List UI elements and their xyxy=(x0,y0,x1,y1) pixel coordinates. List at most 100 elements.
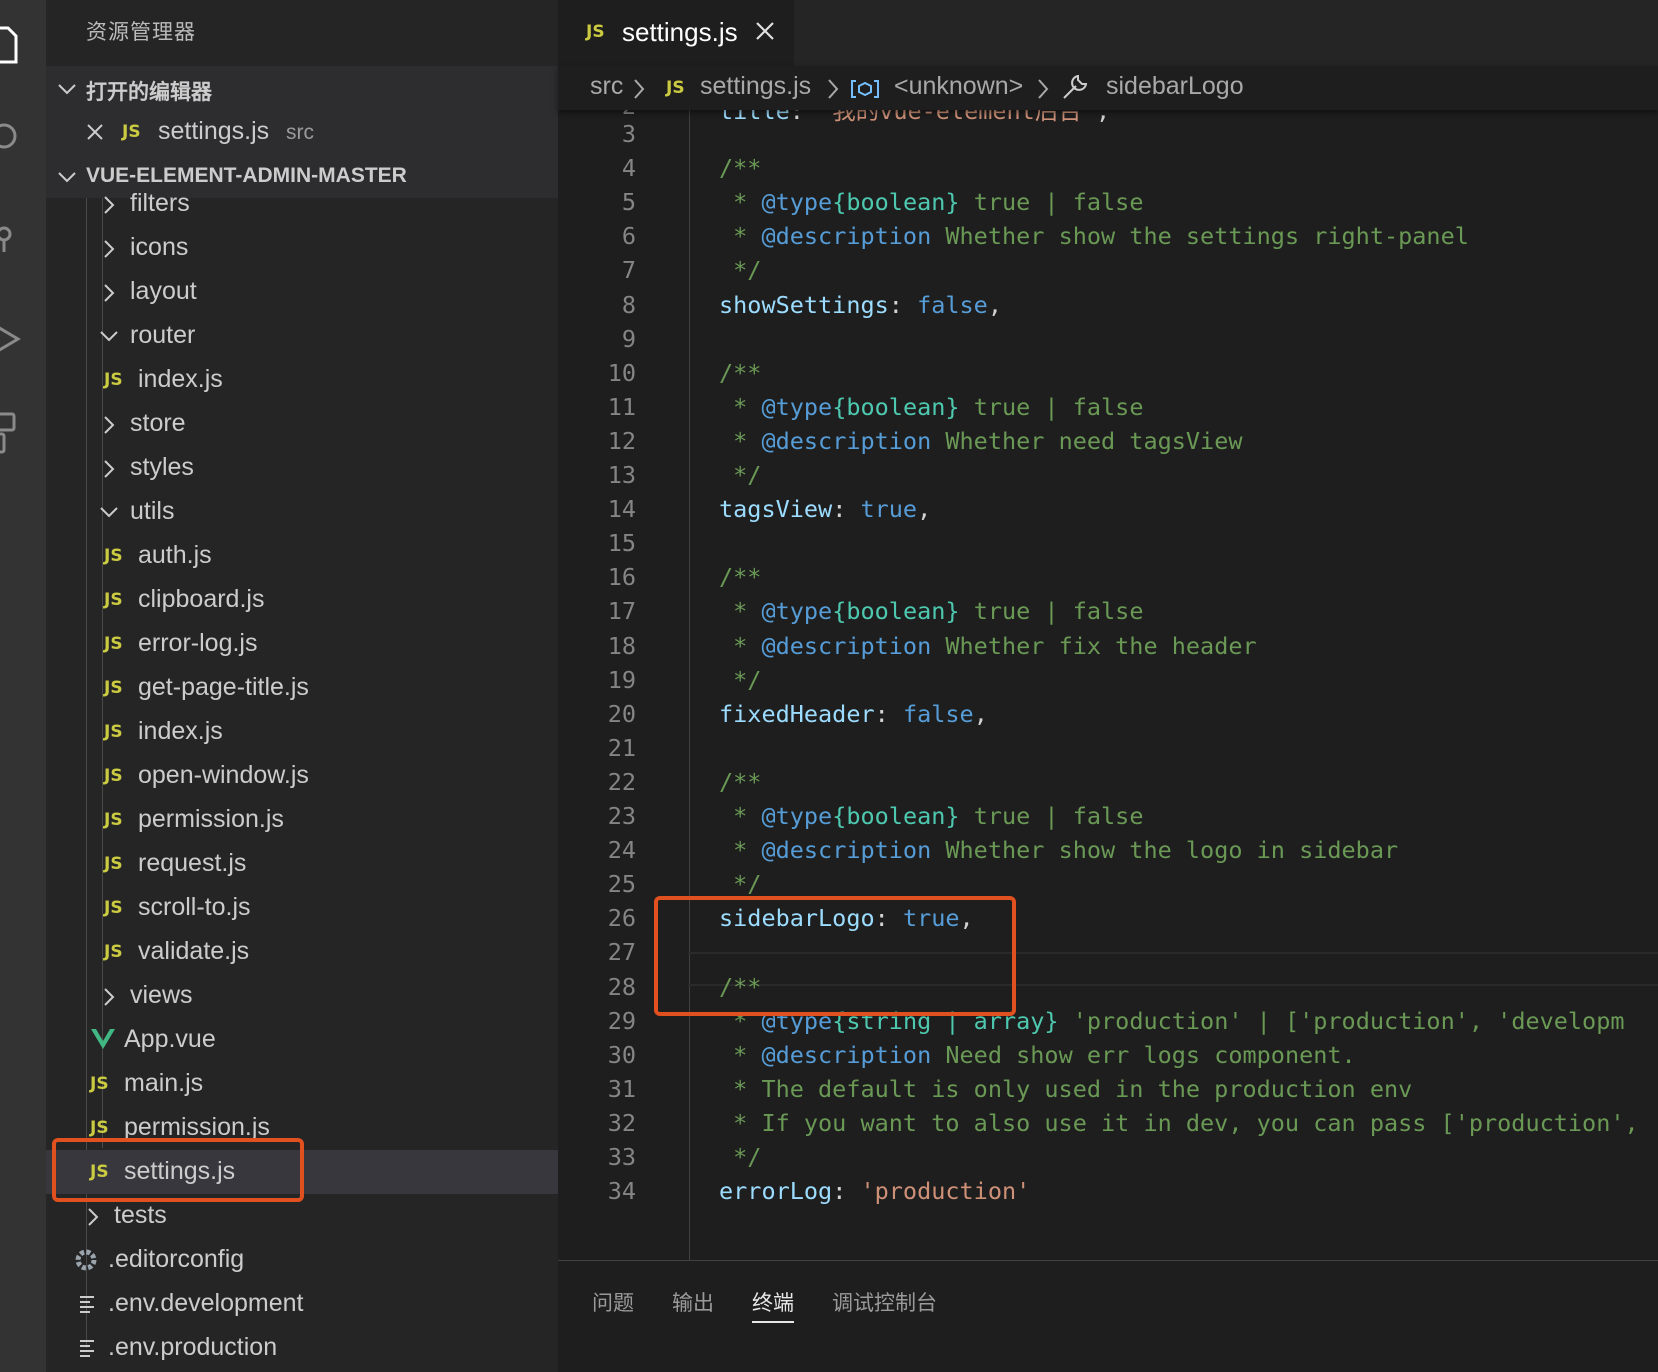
js-file-icon: JS xyxy=(104,370,123,390)
tree-item[interactable]: JS scroll-to.js xyxy=(46,886,558,930)
breadcrumb-file[interactable]: settings.js xyxy=(700,72,811,101)
code-token: true | false xyxy=(959,188,1144,217)
tree-item[interactable]: JS auth.js xyxy=(46,534,558,578)
panel-tab-output[interactable]: 输出 xyxy=(672,1287,714,1317)
code-token: @description xyxy=(761,426,932,455)
extensions-icon[interactable] xyxy=(0,400,46,460)
wrench-icon xyxy=(1063,74,1088,99)
code-line: 15 xyxy=(558,525,1658,561)
run-debug-icon[interactable] xyxy=(0,310,46,370)
line-number: 23 xyxy=(607,802,636,830)
code-token: Whether need tagsView xyxy=(931,426,1243,455)
code-line: 5 * @type{boolean} true | false xyxy=(558,184,1658,220)
code-token: false xyxy=(902,699,974,728)
tree-item[interactable]: .env.production xyxy=(46,1326,558,1370)
code-text: */ xyxy=(719,256,761,284)
open-editors-header[interactable]: 打开的编辑器 xyxy=(46,66,558,110)
tree-item[interactable]: JS request.js xyxy=(46,842,558,886)
breadcrumb-symbol-unknown[interactable]: <unknown> xyxy=(894,72,1023,101)
chevron-right-icon xyxy=(104,460,115,478)
tree-item[interactable]: icons xyxy=(46,226,558,270)
breadcrumb: src JS settings.js <unknown> sidebarLogo xyxy=(558,66,1658,110)
tree-item[interactable]: views xyxy=(46,974,558,1018)
code-token: * xyxy=(719,426,762,455)
panel-tab-debug-console[interactable]: 调试控制台 xyxy=(832,1287,937,1317)
code-token: errorLog xyxy=(719,1177,833,1206)
breadcrumb-symbol[interactable]: sidebarLogo xyxy=(1106,72,1244,101)
line-number: 28 xyxy=(607,972,636,1001)
code-token: Whether show the logo in sidebar xyxy=(931,836,1399,865)
code-line: 22 /** xyxy=(558,764,1658,800)
js-file-icon: JS xyxy=(104,854,123,874)
tree-item[interactable]: JS main.js xyxy=(46,1062,558,1106)
tree-item[interactable]: utils xyxy=(46,490,558,534)
tree-item-label: index.js xyxy=(138,365,223,393)
panel-tab-terminal[interactable]: 终端 xyxy=(752,1287,794,1317)
code-line: 4 /** xyxy=(558,150,1658,186)
code-token: , xyxy=(973,699,988,728)
code-token: @type xyxy=(761,597,833,626)
tree-item[interactable]: JS index.js xyxy=(46,710,558,754)
code-line: 21 xyxy=(558,730,1658,766)
tree-item[interactable]: JS error-log.js xyxy=(46,622,558,666)
close-icon[interactable] xyxy=(86,123,104,141)
code-line: 9 xyxy=(558,321,1658,357)
open-editor-item[interactable]: JS settings.js src xyxy=(46,110,558,154)
code-line: 20 fixedHeader: false, xyxy=(558,696,1658,732)
code-line: 18 * @description Whether fix the header xyxy=(558,628,1658,664)
code-line: 14 tagsView: true, xyxy=(558,491,1658,527)
tree-item[interactable]: JS get-page-title.js xyxy=(46,666,558,710)
js-file-icon: JS xyxy=(104,634,123,654)
text-file-icon xyxy=(80,1296,94,1313)
code-editor[interactable]: 2 title: '我的vue-element后台', 34/**5 * @ty… xyxy=(558,110,1658,1260)
js-file-icon: JS xyxy=(666,78,685,98)
code-token: @description xyxy=(761,1040,932,1069)
code-line: 31 * The default is only used in the pro… xyxy=(558,1071,1658,1107)
tree-item[interactable]: JS index.js xyxy=(46,358,558,402)
text-file-icon xyxy=(80,1340,94,1357)
tree-item[interactable]: layout xyxy=(46,270,558,314)
chevron-down-icon xyxy=(58,84,76,95)
code-text: * The default is only used in the produc… xyxy=(719,1075,1412,1103)
tree-item[interactable]: JS clipboard.js xyxy=(46,578,558,622)
tree-item-label: open-window.js xyxy=(138,761,309,789)
tab-bar: JS settings.js xyxy=(558,0,1658,66)
tab-settings-js[interactable]: JS settings.js xyxy=(558,0,794,66)
close-icon[interactable] xyxy=(754,20,776,42)
tree-item-label: get-page-title.js xyxy=(138,673,309,701)
code-token: showSettings xyxy=(719,290,889,319)
explorer-icon[interactable] xyxy=(0,14,46,74)
code-token: : xyxy=(888,290,918,319)
tree-item[interactable]: .env.development xyxy=(46,1282,558,1326)
code-token: : xyxy=(832,495,861,524)
source-control-icon[interactable] xyxy=(0,210,46,270)
tree-item[interactable]: store xyxy=(46,402,558,446)
search-icon[interactable] xyxy=(0,110,46,170)
code-token: * xyxy=(719,597,762,626)
panel-tab-problems[interactable]: 问题 xyxy=(592,1287,634,1317)
chevron-right-icon xyxy=(88,1208,99,1226)
tree-item[interactable]: .editorconfig xyxy=(46,1238,558,1282)
tree-item[interactable]: styles xyxy=(46,446,558,490)
code-text: /** xyxy=(719,154,761,182)
tree-item[interactable]: App.vue xyxy=(46,1018,558,1062)
tree-item[interactable]: JS permission.js xyxy=(46,798,558,842)
tree-item[interactable]: JS validate.js xyxy=(46,930,558,974)
tree-item[interactable]: filters xyxy=(46,182,558,226)
vue-file-icon xyxy=(91,1029,115,1049)
code-line: 32 * If you want to also use it in dev, … xyxy=(558,1105,1658,1141)
code-token: */ xyxy=(719,870,762,899)
tree-item-label: .editorconfig xyxy=(108,1245,245,1273)
code-text: fixedHeader: false, xyxy=(719,700,988,728)
breadcrumb-folder[interactable]: src xyxy=(590,72,623,101)
tree-item-label: utils xyxy=(130,497,175,525)
code-line: 34 errorLog: 'production' xyxy=(558,1173,1658,1209)
tree-item-label: filters xyxy=(130,189,190,217)
code-token: @type xyxy=(761,802,833,830)
tree-item[interactable]: JS open-window.js xyxy=(46,754,558,798)
tree-item-label: App.vue xyxy=(124,1025,216,1053)
tree-item[interactable]: router xyxy=(46,314,558,358)
code-line: 11 * @type{boolean} true | false xyxy=(558,389,1658,425)
code-text: * @type{boolean} true | false xyxy=(719,802,1143,830)
code-token: 'production' xyxy=(860,1177,1031,1206)
